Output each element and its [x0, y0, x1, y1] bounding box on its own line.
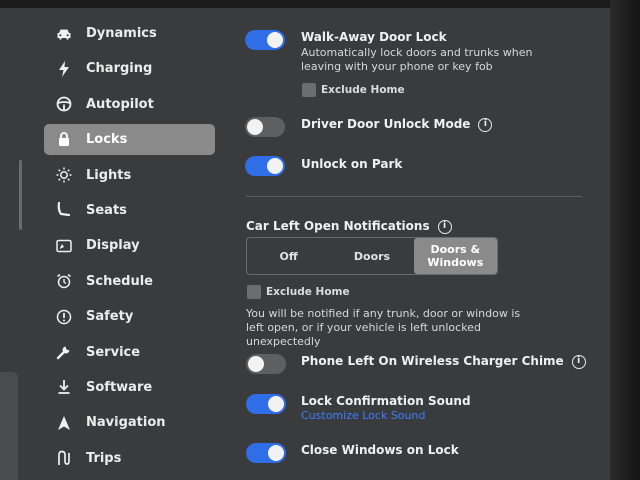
- car-left-open-exclude-home-label: Exclude Home: [266, 286, 350, 298]
- car-left-open-description: You will be notified if any trunk, door …: [246, 307, 521, 348]
- trips-icon: [56, 450, 72, 466]
- info-icon[interactable]: i: [437, 219, 452, 234]
- walk-away-door-lock-label: Walk-Away Door Lock: [301, 30, 447, 44]
- sidebar-item-charging[interactable]: Charging: [44, 53, 219, 84]
- info-icon[interactable]: i: [571, 354, 586, 369]
- seat-icon: [56, 202, 72, 218]
- screen-bezel-top: [0, 0, 640, 8]
- toggle-knob: [247, 119, 263, 135]
- walk-away-door-lock-toggle[interactable]: [245, 30, 285, 50]
- toggle-knob: [267, 158, 283, 174]
- alert-circle-icon: [56, 309, 72, 325]
- wrench-icon: [56, 344, 72, 360]
- walk-away-exclude-home-label: Exclude Home: [321, 84, 405, 96]
- screen-bezel-corner: [0, 372, 18, 480]
- option-doors-and-windows[interactable]: Doors & Windows: [413, 238, 497, 274]
- toggle-knob: [267, 32, 283, 48]
- sidebar-item-label: Display: [86, 238, 140, 254]
- sun-icon: [56, 167, 72, 183]
- screen-bezel-right: [610, 0, 640, 480]
- option-off[interactable]: Off: [247, 238, 330, 274]
- unlock-on-park-toggle[interactable]: [245, 156, 285, 176]
- toggle-knob: [268, 396, 284, 412]
- sidebar-item-display[interactable]: Display: [44, 230, 219, 261]
- close-windows-on-lock-toggle[interactable]: [246, 443, 286, 463]
- sidebar-item-label: Safety: [86, 309, 134, 325]
- close-windows-on-lock-label: Close Windows on Lock: [301, 443, 459, 457]
- sidebar-item-label: Software: [86, 379, 153, 395]
- lock-confirmation-sound-label: Lock Confirmation Sound: [301, 394, 471, 408]
- alarm-clock-icon: [56, 273, 72, 289]
- info-icon[interactable]: i: [478, 117, 493, 132]
- car-left-open-segmented-control: Off Doors Doors & Windows: [246, 237, 498, 275]
- walk-away-exclude-home-checkbox[interactable]: [302, 83, 316, 97]
- driver-door-unlock-mode-toggle[interactable]: [245, 117, 285, 137]
- sidebar-item-label: Dynamics: [86, 26, 157, 41]
- sidebar-item-navigation[interactable]: Navigation: [44, 407, 219, 438]
- sidebar-item-autopilot[interactable]: Autopilot: [44, 89, 219, 120]
- sidebar-item-lights[interactable]: Lights: [44, 160, 219, 191]
- lock-confirmation-sound-toggle[interactable]: [246, 394, 286, 414]
- steering-wheel-icon: [56, 96, 72, 112]
- sidebar-item-locks[interactable]: Locks: [44, 124, 215, 156]
- settings-screen: Dynamics Charging Autopilot Locks Lights: [0, 0, 640, 480]
- sidebar-item-dynamics[interactable]: Dynamics: [44, 18, 219, 49]
- sidebar-scrollbar[interactable]: [19, 160, 22, 230]
- download-icon: [56, 379, 72, 395]
- sidebar-item-label: Service: [86, 344, 141, 360]
- walk-away-door-lock-description: Automatically lock doors and trunks when…: [301, 46, 533, 73]
- sidebar-item-label: Navigation: [86, 415, 166, 431]
- sidebar-item-service[interactable]: Service: [44, 337, 219, 368]
- customize-lock-sound-link[interactable]: Customize Lock Sound: [301, 409, 425, 422]
- sidebar-item-label: Lights: [86, 167, 132, 183]
- sidebar-item-seats[interactable]: Seats: [44, 195, 219, 226]
- toggle-knob: [248, 356, 264, 372]
- sidebar-item-label: Trips: [86, 450, 122, 466]
- sidebar-item-label: Charging: [86, 61, 153, 77]
- car-icon: [56, 26, 72, 42]
- option-doors[interactable]: Doors: [330, 238, 413, 274]
- sidebar-item-label: Seats: [86, 202, 127, 218]
- sidebar-item-safety[interactable]: Safety: [44, 301, 219, 332]
- settings-sidebar: Dynamics Charging Autopilot Locks Lights: [44, 18, 219, 478]
- sidebar-item-label: Schedule: [86, 273, 153, 289]
- car-left-open-exclude-home-checkbox[interactable]: [247, 285, 261, 299]
- phone-left-chime-label: Phone Left On Wireless Charger Chime i: [301, 354, 586, 369]
- toggle-knob: [268, 445, 284, 461]
- unlock-on-park-label: Unlock on Park: [301, 157, 403, 171]
- sidebar-item-label: Autopilot: [86, 96, 154, 112]
- navigation-arrow-icon: [56, 415, 72, 431]
- bolt-icon: [56, 60, 72, 77]
- driver-door-unlock-mode-label: Driver Door Unlock Mode i: [301, 117, 493, 132]
- lock-icon: [56, 132, 72, 148]
- phone-left-chime-toggle[interactable]: [246, 354, 286, 374]
- display-icon: [56, 238, 72, 254]
- section-divider: [246, 196, 582, 197]
- car-left-open-notifications-label: Car Left Open Notifications i: [246, 219, 452, 234]
- sidebar-item-label: Locks: [86, 132, 128, 148]
- sidebar-item-schedule[interactable]: Schedule: [44, 266, 219, 297]
- sidebar-item-software[interactable]: Software: [44, 372, 219, 403]
- sidebar-item-trips[interactable]: Trips: [44, 443, 219, 474]
